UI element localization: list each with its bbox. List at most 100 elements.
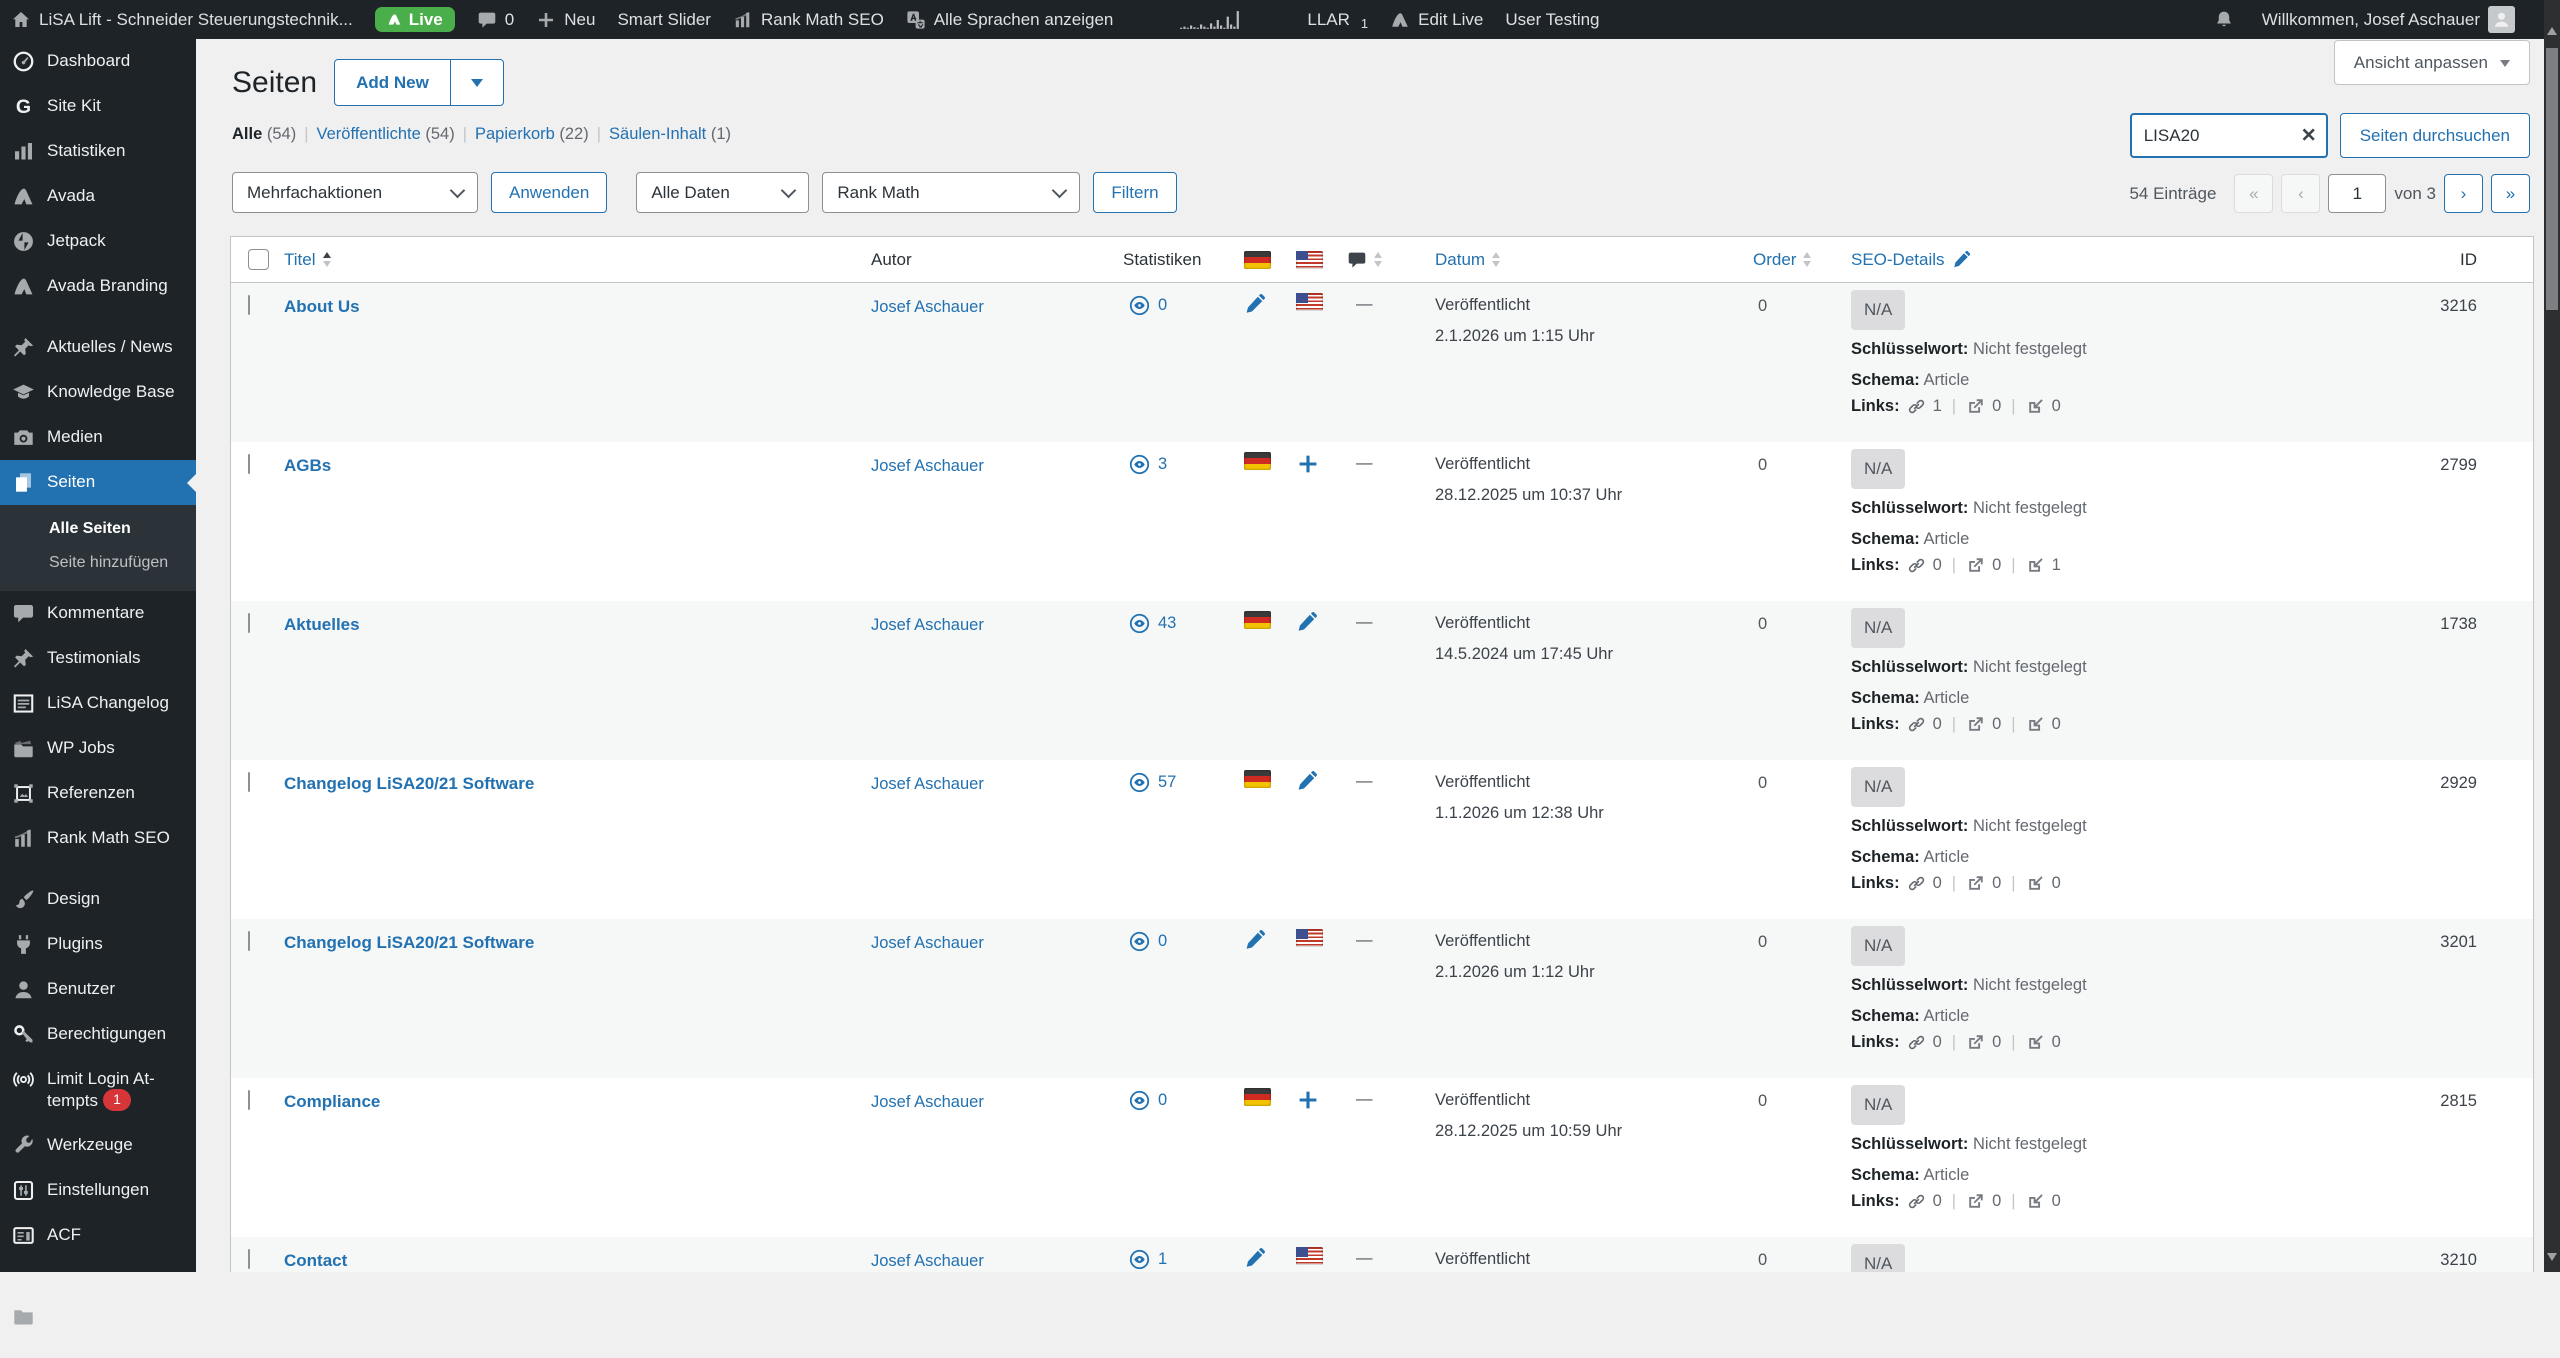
scroll-up-icon[interactable] xyxy=(2547,22,2557,35)
edit-translation-icon[interactable] xyxy=(1244,1247,1266,1269)
sidebar-item-jetpack[interactable]: Jetpack xyxy=(0,219,196,264)
sidebar-item-site-kit[interactable]: Site Kit xyxy=(0,84,196,129)
sidebar-item-knowledge-base[interactable]: Knowledge Base xyxy=(0,370,196,415)
row-checkbox[interactable] xyxy=(248,1090,250,1110)
submenu-item-alle-seiten[interactable]: Alle Seiten xyxy=(0,512,196,546)
languages-menu[interactable]: Alle Sprachen anzeigen xyxy=(895,0,1125,39)
sidebar-item-seiten[interactable]: Seiten xyxy=(0,460,196,505)
apply-button[interactable]: Anwenden xyxy=(491,172,607,213)
add-translation-icon[interactable] xyxy=(1296,452,1320,476)
filter-button[interactable]: Filtern xyxy=(1093,172,1176,213)
edit-translation-icon[interactable] xyxy=(1296,770,1318,792)
dates-filter-select[interactable]: Alle Daten xyxy=(636,172,809,213)
views-stat[interactable]: 1 xyxy=(1129,1249,1167,1270)
user-testing-menu[interactable]: User Testing xyxy=(1494,0,1610,39)
column-title[interactable]: Titel xyxy=(284,237,331,282)
sidebar-item-wp-file-download[interactable]: WP File Download xyxy=(0,1294,196,1358)
add-new-button[interactable]: Add New xyxy=(335,60,450,105)
author-link[interactable]: Josef Aschauer xyxy=(871,1093,984,1111)
sidebar-item-lisa-changelog[interactable]: LiSA Changelog xyxy=(0,681,196,726)
page-title-link[interactable]: Changelog LiSA20/21 Software xyxy=(284,774,534,793)
page-title-link[interactable]: About Us xyxy=(284,297,360,316)
views-stat[interactable]: 43 xyxy=(1129,613,1176,634)
row-checkbox[interactable] xyxy=(248,613,250,633)
author-link[interactable]: Josef Aschauer xyxy=(871,457,984,475)
views-stat[interactable]: 3 xyxy=(1129,454,1167,475)
view-filter-papierkorb[interactable]: Papierkorb (22) xyxy=(475,125,589,143)
row-checkbox[interactable] xyxy=(248,1249,250,1269)
screen-options-button[interactable]: Ansicht anpassen xyxy=(2334,40,2530,85)
edit-translation-icon[interactable] xyxy=(1296,611,1318,633)
row-checkbox[interactable] xyxy=(248,772,250,792)
page-title-link[interactable]: AGBs xyxy=(284,456,331,475)
page-title-link[interactable]: Contact xyxy=(284,1251,347,1270)
next-page-button[interactable]: › xyxy=(2444,174,2483,213)
sidebar-item-benutzer[interactable]: Benutzer xyxy=(0,967,196,1012)
sidebar-item-avada-branding[interactable]: Avada Branding xyxy=(0,264,196,309)
author-link[interactable]: Josef Aschauer xyxy=(871,298,984,316)
comments-menu[interactable]: 0 xyxy=(466,0,525,39)
edit-translation-icon[interactable] xyxy=(1244,293,1266,315)
author-link[interactable]: Josef Aschauer xyxy=(871,616,984,634)
view-filter-alle[interactable]: Alle (54) xyxy=(232,125,296,143)
sidebar-item-einstellungen[interactable]: Einstellungen xyxy=(0,1168,196,1213)
current-page-input[interactable] xyxy=(2328,174,2386,213)
bulk-actions-select[interactable]: Mehrfachaktionen xyxy=(232,172,478,213)
submenu-item-seite-hinzuf-gen[interactable]: Seite hinzufügen xyxy=(0,546,196,580)
sidebar-item-limit-login-at-tempts[interactable]: Limit Login At-tempts1 xyxy=(0,1057,196,1123)
sidebar-item-kommentare[interactable]: Kommentare xyxy=(0,591,196,636)
site-menu[interactable]: LiSA Lift - Schneider Steuerungstechnik.… xyxy=(0,0,364,39)
smart-slider-menu[interactable]: Smart Slider xyxy=(606,0,722,39)
rank-math-menu[interactable]: Rank Math SEO xyxy=(722,0,895,39)
author-link[interactable]: Josef Aschauer xyxy=(871,775,984,793)
edit-translation-icon[interactable] xyxy=(1244,929,1266,951)
column-date[interactable]: Datum xyxy=(1435,237,1500,282)
sidebar-item-medien[interactable]: Medien xyxy=(0,415,196,460)
sidebar-item-statistiken[interactable]: Statistiken xyxy=(0,129,196,174)
new-content-menu[interactable]: Neu xyxy=(525,0,606,39)
scroll-down-icon[interactable] xyxy=(2547,1253,2557,1266)
sidebar-item-testimonials[interactable]: Testimonials xyxy=(0,636,196,681)
add-new-dropdown-toggle[interactable] xyxy=(450,60,503,105)
column-seo[interactable]: SEO-Details xyxy=(1851,237,1971,282)
scrollbar-thumb[interactable] xyxy=(2546,48,2558,310)
sidebar-item-dashboard[interactable]: Dashboard xyxy=(0,39,196,84)
search-pages-button[interactable]: Seiten durchsuchen xyxy=(2340,113,2530,158)
llar-menu[interactable]: LLAR 1 xyxy=(1296,0,1379,39)
select-all-checkbox[interactable] xyxy=(248,249,269,270)
edit-live-menu[interactable]: Edit Live xyxy=(1379,0,1494,39)
sidebar-item-design[interactable]: Design xyxy=(0,877,196,922)
stats-sparkline[interactable] xyxy=(1124,0,1296,39)
sidebar-item-plugins[interactable]: Plugins xyxy=(0,922,196,967)
column-comments[interactable] xyxy=(1347,237,1382,282)
row-checkbox[interactable] xyxy=(248,454,250,474)
sidebar-item-werkzeuge[interactable]: Werkzeuge xyxy=(0,1123,196,1168)
sidebar-item-berechtigungen[interactable]: Berechtigungen xyxy=(0,1012,196,1057)
author-link[interactable]: Josef Aschauer xyxy=(871,934,984,952)
notifications-bell[interactable] xyxy=(2203,10,2245,30)
views-stat[interactable]: 0 xyxy=(1129,931,1167,952)
live-status[interactable]: Live xyxy=(364,0,466,39)
sidebar-item-avada[interactable]: Avada xyxy=(0,174,196,219)
rank-math-filter-select[interactable]: Rank Math xyxy=(822,172,1080,213)
views-stat[interactable]: 0 xyxy=(1129,295,1167,316)
row-checkbox[interactable] xyxy=(248,295,250,315)
my-account-menu[interactable]: Willkommen, Josef Aschauer xyxy=(2251,6,2526,33)
sidebar-item-referenzen[interactable]: Referenzen xyxy=(0,771,196,816)
views-stat[interactable]: 0 xyxy=(1129,1090,1167,1111)
view-filter-s-ulen-inhalt[interactable]: Säulen-Inhalt (1) xyxy=(609,125,731,143)
scrollbar[interactable] xyxy=(2544,0,2560,1272)
last-page-button[interactable]: » xyxy=(2491,174,2530,213)
page-title-link[interactable]: Compliance xyxy=(284,1092,380,1111)
author-link[interactable]: Josef Aschauer xyxy=(871,1252,984,1270)
search-input[interactable] xyxy=(2130,113,2328,158)
add-translation-icon[interactable] xyxy=(1296,1088,1320,1112)
page-title-link[interactable]: Changelog LiSA20/21 Software xyxy=(284,933,534,952)
clear-search-icon[interactable]: ✕ xyxy=(2301,126,2317,145)
column-order[interactable]: Order xyxy=(1753,237,1811,282)
sidebar-item-aktuelles-news[interactable]: Aktuelles / News xyxy=(0,325,196,370)
sidebar-item-acf[interactable]: ACF xyxy=(0,1213,196,1258)
views-stat[interactable]: 57 xyxy=(1129,772,1176,793)
sidebar-item-rank-math-seo[interactable]: Rank Math SEO xyxy=(0,816,196,861)
page-title-link[interactable]: Aktuelles xyxy=(284,615,360,634)
